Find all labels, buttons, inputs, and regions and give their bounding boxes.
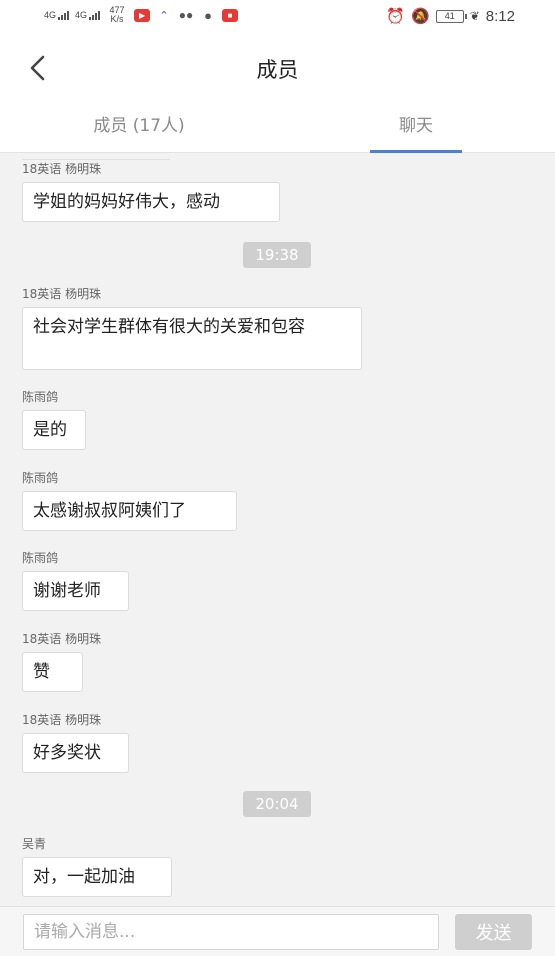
app-icon: ⌃	[156, 8, 173, 22]
divider	[22, 159, 170, 160]
signal-icon-2: 4G	[75, 10, 101, 20]
wechat-icon: ●●	[178, 8, 195, 22]
message-sender: 陈雨鸽	[22, 390, 59, 404]
message-icon: ●	[200, 8, 217, 23]
battery-icon: 41	[435, 9, 467, 23]
clock: 8:12	[485, 7, 515, 25]
message-item: 吴青 对，一起加油	[22, 837, 172, 897]
signal-icon: 4G	[44, 10, 70, 20]
message-item: 陈雨鸽 是的	[22, 390, 86, 450]
message-item: 18英语 杨明珠 赞	[22, 632, 101, 692]
app-header: 成员	[0, 34, 555, 102]
chat-messages[interactable]: 18英语 杨明珠 学姐的妈妈好伟大，感动 19:38 18英语 杨明珠 社会对学…	[0, 153, 555, 906]
message-sender: 18英语 杨明珠	[22, 162, 102, 176]
message-item: 18英语 杨明珠 学姐的妈妈好伟大，感动	[22, 162, 280, 222]
message-bubble[interactable]: 好多奖状	[22, 733, 129, 773]
tab-chat[interactable]: 聊天	[370, 102, 462, 152]
message-input-bar: 发送	[0, 906, 555, 956]
leaf-icon: ❦	[469, 9, 480, 23]
time-divider: 19:38	[243, 242, 311, 268]
video-app-icon: ▶	[134, 8, 151, 22]
message-sender: 陈雨鸽	[22, 551, 59, 565]
message-bubble[interactable]: 社会对学生群体有很大的关爱和包容	[22, 307, 362, 370]
message-input[interactable]	[23, 914, 439, 950]
tab-members[interactable]: 成员 (17人)	[0, 102, 278, 152]
message-item: 陈雨鸽 太感谢叔叔阿姨们了	[22, 471, 237, 531]
message-bubble[interactable]: 学姐的妈妈好伟大，感动	[22, 182, 280, 222]
tab-bar: 成员 (17人) 聊天	[0, 102, 555, 153]
message-bubble[interactable]: 赞	[22, 652, 83, 692]
message-sender: 陈雨鸽	[22, 471, 59, 485]
message-bubble[interactable]: 太感谢叔叔阿姨们了	[22, 491, 237, 531]
message-sender: 18英语 杨明珠	[22, 287, 102, 301]
message-item: 18英语 杨明珠 社会对学生群体有很大的关爱和包容	[22, 287, 362, 370]
network-speed: 477 K/s	[109, 5, 125, 24]
message-bubble[interactable]: 谢谢老师	[22, 571, 129, 611]
message-bubble[interactable]: 对，一起加油	[22, 857, 172, 897]
alarm-icon: ⏰	[386, 8, 406, 25]
message-item: 18英语 杨明珠 好多奖状	[22, 713, 129, 773]
message-sender: 18英语 杨明珠	[22, 632, 102, 646]
message-sender: 吴青	[22, 837, 47, 851]
message-bubble[interactable]: 是的	[22, 410, 86, 450]
page-title: 成员	[256, 58, 299, 82]
status-bar: 4G 4G 477 K/s ▶ ⌃ ●● ● ■ ⏰ 🔕 41 ❦ 8:12	[0, 0, 555, 34]
send-button[interactable]: 发送	[455, 914, 532, 950]
message-item: 陈雨鸽 谢谢老师	[22, 551, 129, 611]
mute-icon: 🔕	[411, 8, 430, 25]
time-divider: 20:04	[243, 791, 311, 817]
news-app-icon: ■	[222, 8, 239, 22]
message-sender: 18英语 杨明珠	[22, 713, 102, 727]
